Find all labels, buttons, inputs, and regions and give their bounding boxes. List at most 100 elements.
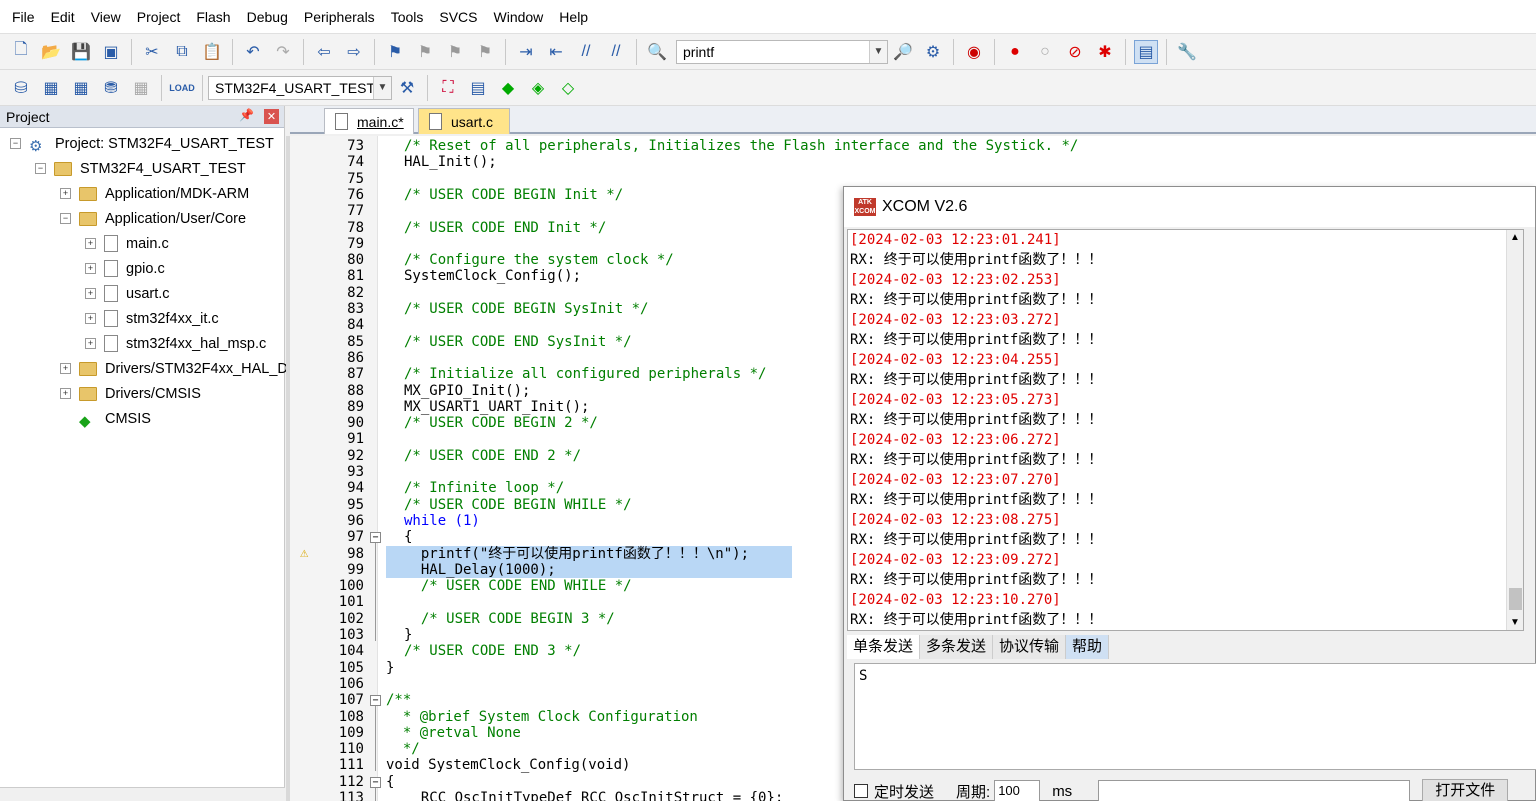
indent-icon[interactable]: ⇥ xyxy=(514,40,538,64)
rebuild-icon[interactable]: ▦ xyxy=(69,76,93,100)
target-options-icon[interactable]: ⚒ xyxy=(395,76,419,100)
menu-peripherals[interactable]: Peripherals xyxy=(296,0,383,34)
menu-debug[interactable]: Debug xyxy=(239,0,296,34)
tab-protocol[interactable]: 协议传输 xyxy=(993,635,1067,659)
nav-forward-icon[interactable]: ⇨ xyxy=(342,40,366,64)
chevron-down-icon[interactable]: ▼ xyxy=(373,76,391,99)
breakpoint-kill-all-icon[interactable]: ✱ xyxy=(1093,40,1117,64)
comment-icon[interactable]: // xyxy=(574,40,598,64)
new-file-icon[interactable]: 🗋 xyxy=(9,40,33,64)
send-text-area[interactable]: S xyxy=(854,663,1536,770)
copy-icon[interactable]: ⧉ xyxy=(170,40,194,64)
find-combo[interactable]: printf ▼ xyxy=(676,39,888,64)
tab-main-c[interactable]: main.c* xyxy=(324,108,414,134)
expand-icon[interactable]: + xyxy=(85,288,96,299)
breakpoint-kill-icon[interactable]: ⊘ xyxy=(1063,40,1087,64)
paste-icon[interactable]: 📋 xyxy=(200,40,224,64)
receive-area[interactable]: [2024-02-03 12:23:01.241] RX: 终于可以使用print… xyxy=(847,229,1524,631)
tree-item[interactable]: − STM32F4_USART_TEST xyxy=(35,156,246,181)
find-icon[interactable]: 🔎 xyxy=(891,40,915,64)
tree-item[interactable]: + Application/MDK-ARM xyxy=(60,181,249,206)
fold-toggle-icon[interactable]: − xyxy=(370,776,381,788)
chevron-down-icon[interactable]: ▼ xyxy=(1510,617,1520,628)
run-time-env-icon[interactable]: ◆ xyxy=(496,76,520,100)
find-in-files-icon[interactable]: 🔍 xyxy=(645,40,669,64)
manage-components-icon[interactable]: ⛶ xyxy=(436,76,460,100)
timed-send-checkbox[interactable] xyxy=(854,784,868,798)
bookmark-next-icon[interactable]: ⚑ xyxy=(443,40,467,64)
chevron-up-icon[interactable]: ▲ xyxy=(1510,232,1520,243)
expand-icon[interactable]: + xyxy=(85,238,96,249)
configure-icon[interactable]: 🔧 xyxy=(1175,40,1199,64)
window-layout-icon[interactable]: ▤ xyxy=(1134,39,1158,64)
expand-icon[interactable]: + xyxy=(85,313,96,324)
collapse-icon[interactable]: − xyxy=(35,163,46,174)
pack-installer-icon[interactable]: ◈ xyxy=(526,76,550,100)
target-combo[interactable]: STM32F4_USART_TEST ▼ xyxy=(208,75,392,100)
bookmark-prev-icon[interactable]: ⚑ xyxy=(413,40,437,64)
fold-toggle-icon[interactable]: − xyxy=(370,695,381,707)
file-path-input[interactable] xyxy=(1098,780,1411,801)
menu-flash[interactable]: Flash xyxy=(188,0,238,34)
chevron-down-icon[interactable]: ▼ xyxy=(869,40,887,63)
menu-edit[interactable]: Edit xyxy=(43,0,83,34)
tree-item[interactable]: + gpio.c xyxy=(85,256,165,281)
tree-item[interactable]: − ⚙ Project: STM32F4_USART_TEST xyxy=(10,131,274,156)
menu-help[interactable]: Help xyxy=(551,0,596,34)
menu-project[interactable]: Project xyxy=(129,0,189,34)
tree-item[interactable]: + main.c xyxy=(85,231,169,256)
tab-help[interactable]: 帮助 xyxy=(1066,635,1110,659)
save-icon[interactable]: 💾 xyxy=(69,40,93,64)
tree-item[interactable]: ◆ CMSIS xyxy=(60,406,151,431)
xcom-titlebar[interactable]: ATK XCOM XCOM V2.6 xyxy=(844,187,1535,227)
bookmark-icon[interactable]: ⚑ xyxy=(383,40,407,64)
cut-icon[interactable]: ✂ xyxy=(140,40,164,64)
menu-window[interactable]: Window xyxy=(486,0,552,34)
file-extensions-icon[interactable]: ▤ xyxy=(466,76,490,100)
expand-icon[interactable]: + xyxy=(60,388,71,399)
translate-icon[interactable]: ⛁ xyxy=(9,76,33,100)
tree-item[interactable]: + Drivers/CMSIS xyxy=(60,381,201,406)
incremental-find-icon[interactable]: ⚙ xyxy=(921,40,945,64)
tab-multi-send[interactable]: 多条发送 xyxy=(920,635,994,659)
tab-usart-c[interactable]: usart.c xyxy=(418,108,510,134)
redo-icon[interactable]: ↷ xyxy=(271,40,295,64)
horizontal-scrollbar[interactable] xyxy=(0,787,285,801)
uncomment-icon[interactable]: // xyxy=(604,40,628,64)
scrollbar-thumb[interactable] xyxy=(1509,588,1522,610)
batch-build-icon[interactable]: ⛃ xyxy=(99,76,123,100)
breakpoint-icon[interactable]: ● xyxy=(1003,40,1027,64)
open-file-icon[interactable]: 📂 xyxy=(39,40,63,64)
collapse-icon[interactable]: − xyxy=(10,138,21,149)
debug-session-icon[interactable]: ◉ xyxy=(962,40,986,64)
download-icon[interactable]: LOAD xyxy=(169,76,195,100)
expand-icon[interactable]: + xyxy=(85,338,96,349)
expand-icon[interactable]: + xyxy=(60,188,71,199)
breakpoint-disable-icon[interactable]: ○ xyxy=(1033,40,1057,64)
stop-build-icon[interactable]: ▦ xyxy=(129,76,153,100)
tree-item[interactable]: + Drivers/STM32F4xx_HAL_D xyxy=(60,356,288,381)
tab-single-send[interactable]: 单条发送 xyxy=(847,635,921,659)
nav-back-icon[interactable]: ⇦ xyxy=(312,40,336,64)
period-input[interactable]: 100 xyxy=(994,780,1041,801)
open-file-button[interactable]: 打开文件 xyxy=(1422,779,1509,801)
tree-item[interactable]: + usart.c xyxy=(85,281,170,306)
bookmark-clear-icon[interactable]: ⚑ xyxy=(473,40,497,64)
save-all-icon[interactable]: ▣ xyxy=(99,40,123,64)
tree-item[interactable]: + stm32f4xx_hal_msp.c xyxy=(85,331,266,356)
select-packs-icon[interactable]: ◇ xyxy=(556,76,580,100)
close-icon[interactable]: ✕ xyxy=(264,109,279,124)
pin-icon[interactable]: 📌 xyxy=(239,108,254,122)
vertical-scrollbar[interactable]: ▲ ▼ xyxy=(1506,230,1523,630)
tree-item[interactable]: − Application/User/Core xyxy=(60,206,246,231)
collapse-icon[interactable]: − xyxy=(60,213,71,224)
menu-svcs[interactable]: SVCS xyxy=(431,0,485,34)
menu-tools[interactable]: Tools xyxy=(383,0,432,34)
tree-item[interactable]: + stm32f4xx_it.c xyxy=(85,306,219,331)
menu-view[interactable]: View xyxy=(83,0,129,34)
undo-icon[interactable]: ↶ xyxy=(241,40,265,64)
fold-toggle-icon[interactable]: − xyxy=(370,532,381,544)
expand-icon[interactable]: + xyxy=(85,263,96,274)
menu-file[interactable]: File xyxy=(4,0,43,34)
expand-icon[interactable]: + xyxy=(60,363,71,374)
